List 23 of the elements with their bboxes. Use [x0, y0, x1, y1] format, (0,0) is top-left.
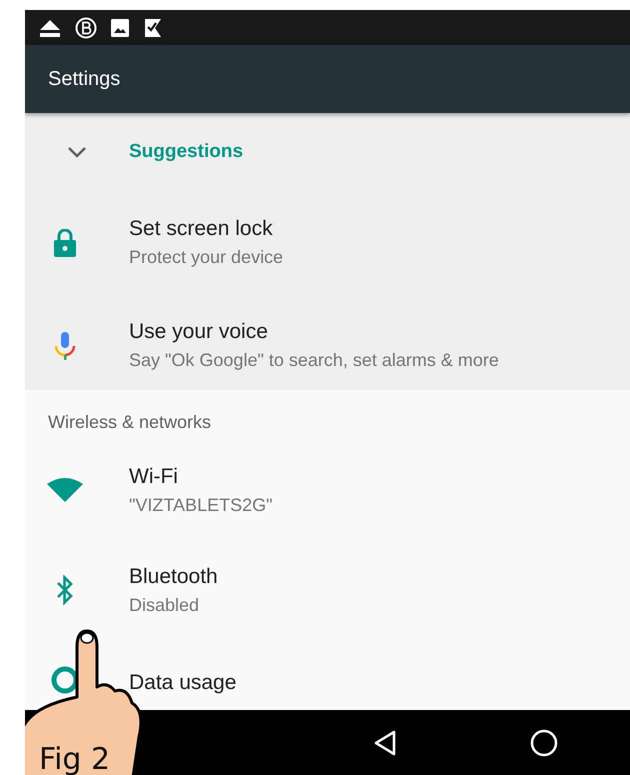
setting-summary: Disabled [129, 594, 200, 616]
setting-summary: Protect your device [129, 247, 284, 268]
circled-letter-icon [75, 16, 97, 38]
chevron-down-icon[interactable] [68, 146, 86, 158]
image-icon [111, 18, 129, 36]
setting-title[interactable]: Use your voice [129, 320, 499, 344]
section-header: Wireless & networks [47, 411, 212, 434]
home-icon[interactable] [530, 728, 558, 756]
setting-summary: "VIZTABLETS2G" [129, 494, 272, 516]
eject-icon [39, 18, 61, 36]
back-icon[interactable] [373, 730, 397, 756]
figure-caption: Fig 2 [39, 745, 110, 775]
bluetooth-icon [56, 575, 74, 605]
wifi-icon [47, 478, 83, 502]
microphone-icon [54, 330, 76, 360]
setting-summary: Say "Ok Google" to search, set alarms & more [129, 350, 499, 371]
setting-title[interactable]: Set screen lock [129, 217, 284, 241]
checkmark-flag-icon [143, 18, 163, 38]
padlock-icon [53, 228, 77, 256]
toolbar-title: Settings [48, 68, 120, 90]
setting-title[interactable]: Wi-Fi [129, 464, 272, 488]
setting-title[interactable]: Data usage [129, 671, 236, 695]
setting-title[interactable]: Bluetooth [129, 564, 218, 588]
